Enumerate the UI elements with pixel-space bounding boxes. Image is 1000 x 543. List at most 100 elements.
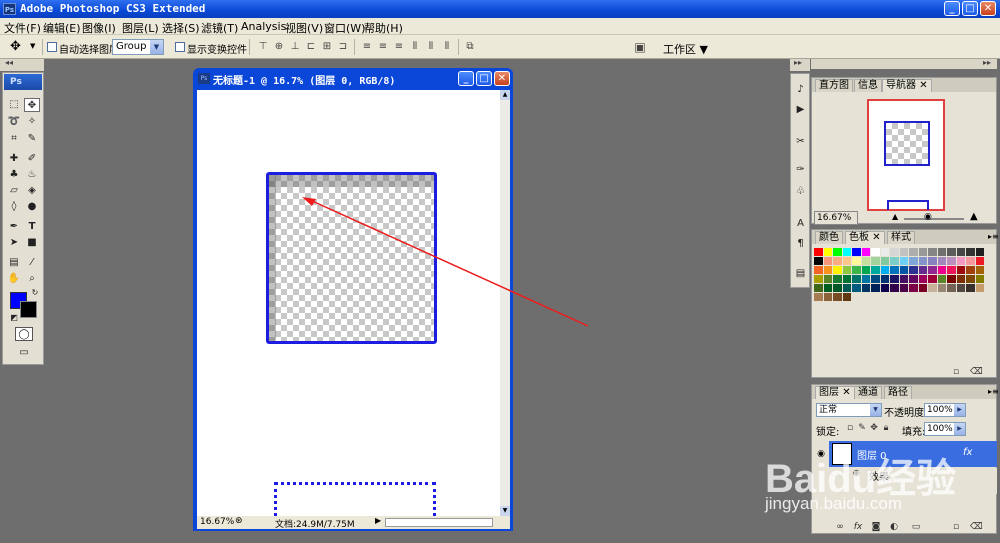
trash-icon[interactable]: ⌫ — [970, 367, 983, 378]
color-swatch[interactable] — [947, 257, 957, 266]
history-panel-icon[interactable]: ♪ — [793, 82, 808, 98]
color-swatch[interactable] — [823, 293, 833, 302]
color-swatch[interactable] — [880, 284, 890, 293]
color-swatch[interactable] — [871, 266, 881, 275]
fill-input[interactable]: 100% ▶ — [924, 422, 966, 436]
color-swatch[interactable] — [814, 257, 824, 266]
chevron-right-icon[interactable]: ▶ — [954, 404, 965, 416]
color-swatch[interactable] — [890, 248, 900, 257]
color-swatch[interactable] — [947, 284, 957, 293]
color-swatch[interactable] — [966, 275, 976, 284]
color-swatch[interactable] — [918, 284, 928, 293]
color-swatch[interactable] — [861, 266, 871, 275]
expand-arrows-icon[interactable]: ▸▸ — [794, 58, 802, 67]
color-swatch[interactable] — [918, 275, 928, 284]
color-swatch[interactable] — [928, 266, 938, 275]
color-swatch[interactable] — [899, 257, 909, 266]
layer-comps-icon[interactable]: ▤ — [793, 266, 808, 282]
color-swatch[interactable] — [956, 257, 966, 266]
color-swatch[interactable] — [842, 257, 852, 266]
color-swatch[interactable] — [966, 257, 976, 266]
color-swatch[interactable] — [842, 284, 852, 293]
color-swatch[interactable] — [861, 284, 871, 293]
color-swatch[interactable] — [880, 257, 890, 266]
color-swatch[interactable] — [918, 266, 928, 275]
actions-panel-icon[interactable]: ▶ — [793, 102, 808, 118]
color-swatch[interactable] — [928, 248, 938, 257]
tab-swatches[interactable]: 色板 ✕ — [845, 231, 885, 244]
color-swatch[interactable] — [852, 257, 862, 266]
color-swatch[interactable] — [975, 266, 985, 275]
icon-strip-grip[interactable]: ▸▸ — [790, 58, 810, 71]
color-swatch[interactable] — [833, 275, 843, 284]
dock-collapse-icon[interactable]: ▸▸ — [983, 58, 991, 67]
tab-histogram[interactable]: 直方图 — [815, 79, 853, 92]
color-swatch[interactable] — [947, 275, 957, 284]
color-swatch[interactable] — [871, 284, 881, 293]
color-swatch[interactable] — [899, 284, 909, 293]
color-swatch[interactable] — [890, 257, 900, 266]
color-swatch[interactable] — [814, 275, 824, 284]
navigator-zoom-field[interactable]: 16.67% — [814, 211, 858, 225]
color-swatch[interactable] — [823, 257, 833, 266]
color-swatch[interactable] — [880, 266, 890, 275]
chevron-right-icon[interactable]: ▶ — [954, 423, 965, 435]
zoom-slider-track[interactable] — [904, 218, 964, 220]
color-swatch[interactable] — [975, 248, 985, 257]
tab-layers[interactable]: 图层 ✕ — [815, 386, 855, 399]
color-swatch[interactable] — [890, 284, 900, 293]
color-swatch[interactable] — [861, 257, 871, 266]
color-swatch[interactable] — [909, 266, 919, 275]
tab-channels[interactable]: 通道 — [854, 386, 882, 399]
color-swatch[interactable] — [909, 275, 919, 284]
zoom-slider-thumb[interactable]: ◉ — [924, 212, 932, 222]
color-swatch[interactable] — [823, 266, 833, 275]
lock-transparency-icon[interactable]: ▫ — [844, 423, 856, 434]
color-swatch[interactable] — [871, 275, 881, 284]
color-swatch[interactable] — [833, 284, 843, 293]
paragraph-panel-icon[interactable]: ¶ — [793, 236, 808, 252]
close-icon[interactable]: ✕ — [872, 232, 880, 243]
color-swatch[interactable] — [928, 275, 938, 284]
color-swatch[interactable] — [937, 257, 947, 266]
color-swatch[interactable] — [890, 275, 900, 284]
color-swatch[interactable] — [937, 248, 947, 257]
color-swatch[interactable] — [937, 284, 947, 293]
color-swatch[interactable] — [842, 248, 852, 257]
panel-menu-icon[interactable]: ▸≡ — [988, 232, 999, 241]
color-swatch[interactable] — [871, 248, 881, 257]
color-swatch[interactable] — [937, 275, 947, 284]
color-swatch[interactable] — [814, 284, 824, 293]
lock-position-icon[interactable]: ✥ — [868, 423, 880, 434]
color-swatch[interactable] — [880, 275, 890, 284]
navigator-preview[interactable] — [867, 99, 945, 211]
color-swatch[interactable] — [842, 293, 852, 302]
close-icon[interactable]: ✕ — [842, 387, 850, 398]
color-swatch[interactable] — [833, 248, 843, 257]
tab-styles[interactable]: 样式 — [887, 231, 915, 244]
color-swatch[interactable] — [852, 275, 862, 284]
color-swatch[interactable] — [956, 284, 966, 293]
color-swatch[interactable] — [890, 266, 900, 275]
color-swatch[interactable] — [918, 248, 928, 257]
zoom-out-icon[interactable]: ▲ — [892, 212, 898, 221]
color-swatch[interactable] — [833, 257, 843, 266]
zoom-in-icon[interactable]: ▲ — [970, 211, 978, 222]
tool-presets-icon[interactable]: ✂ — [793, 134, 808, 150]
color-swatch[interactable] — [909, 284, 919, 293]
color-swatch[interactable] — [956, 248, 966, 257]
color-swatch[interactable] — [814, 248, 824, 257]
color-swatch[interactable] — [975, 257, 985, 266]
color-swatch[interactable] — [909, 248, 919, 257]
color-swatch[interactable] — [823, 248, 833, 257]
close-icon[interactable]: ✕ — [919, 80, 927, 91]
color-swatch[interactable] — [852, 266, 862, 275]
panel-menu-icon[interactable]: ▸≡ — [988, 387, 999, 396]
color-swatch[interactable] — [928, 257, 938, 266]
new-swatch-icon[interactable]: ▫ — [950, 367, 962, 378]
color-swatch[interactable] — [871, 257, 881, 266]
color-swatch[interactable] — [928, 284, 938, 293]
color-swatch[interactable] — [956, 266, 966, 275]
tab-navigator[interactable]: 导航器 ✕ — [882, 79, 932, 92]
color-swatch[interactable] — [918, 257, 928, 266]
